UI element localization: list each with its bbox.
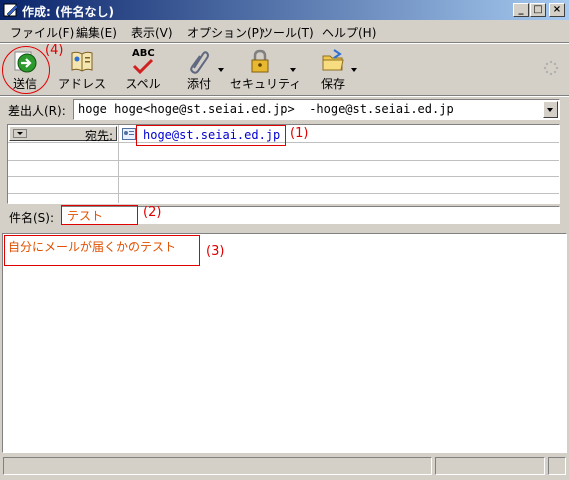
menu-tools[interactable]: ツール(T) [261,24,314,41]
annotation-label-1: (1) [290,126,309,141]
paperclip-icon [190,51,209,74]
maximize-button[interactable]: □ [530,3,546,17]
address-label: アドレス [58,77,107,91]
subject-label: 件名(S): [9,211,55,225]
security-button[interactable]: セキュリティ [230,46,302,92]
resize-grip[interactable] [548,457,566,475]
recipient-type-select[interactable]: 宛先: [9,126,117,143]
status-bar-panel [435,457,545,475]
contact-card-icon [122,128,136,140]
grid-column-divider [118,125,119,203]
security-label: セキュリティ [230,77,302,91]
folder-save-icon [322,49,344,71]
attach-label: 添付 [186,77,211,91]
menu-separator-highlight [0,43,569,44]
save-label: 保存 [320,77,345,91]
save-dropdown-arrow-icon[interactable] [351,68,357,72]
recipient-type-dropdown-button[interactable] [13,129,27,138]
grid-row-line [8,193,559,194]
from-select[interactable]: hoge hoge<hoge@st.seiai.ed.jp> -hoge@st.… [73,99,560,120]
chevron-down-icon [547,108,553,112]
status-bar-main [3,457,432,475]
window-title: 作成: (件名なし) [22,5,114,19]
from-value: hoge hoge<hoge@st.seiai.ed.jp> -hoge@st.… [78,102,454,116]
minimize-button[interactable]: _ [513,3,529,17]
spell-label: スペル [125,77,161,91]
subject-value: テスト [67,209,104,223]
save-button[interactable]: 保存 [316,46,350,92]
recipient-address[interactable]: hoge@st.seiai.ed.jp [143,128,280,142]
annotation-label-2: (2) [143,205,162,220]
address-button[interactable]: アドレス [58,46,106,92]
annotation-label-4: (4) [45,43,64,58]
menu-options[interactable]: オプション(P) [187,24,264,41]
annotation-circle-4 [2,46,50,94]
attach-button[interactable]: 添付 [181,46,217,92]
menu-edit[interactable]: 編集(E) [76,24,117,41]
compose-app-icon [3,3,19,17]
annotation-label-3: (3) [206,244,225,259]
message-body-text: 自分にメールが届くかのテスト [8,240,177,254]
menu-file[interactable]: ファイル(F) [10,24,74,41]
attach-dropdown-arrow-icon[interactable] [218,68,224,72]
close-button[interactable]: × [549,3,565,17]
address-book-icon [71,51,93,72]
recipient-type-label: 宛先: [84,129,113,143]
chevron-down-icon [17,132,23,135]
message-body-editor[interactable] [2,233,567,453]
lock-icon [251,49,269,73]
toolbar-separator-highlight [0,96,569,97]
grid-row-line [8,160,559,161]
from-dropdown-button[interactable] [543,101,558,118]
activity-spinner-icon [543,60,559,76]
menu-bar: ファイル(F) 編集(E) 表示(V) オプション(P) ツール(T) ヘルプ(… [0,21,569,41]
security-dropdown-arrow-icon[interactable] [290,68,296,72]
from-label: 差出人(R): [8,104,66,118]
menu-view[interactable]: 表示(V) [131,24,173,41]
spell-button[interactable]: ABC スペル [122,46,164,92]
grid-row-line [8,176,559,177]
menu-help[interactable]: ヘルプ(H) [322,24,376,41]
spell-check-icon: ABC [128,48,158,76]
